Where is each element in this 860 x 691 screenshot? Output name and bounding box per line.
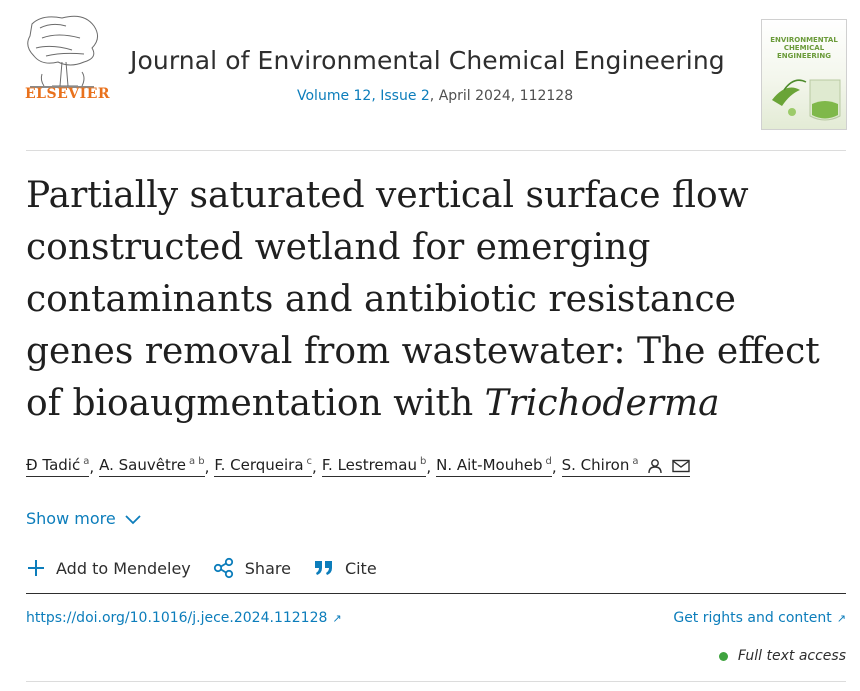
actions-divider	[26, 593, 846, 594]
author-separator: ,	[551, 457, 557, 476]
author-separator: ,	[204, 457, 210, 476]
cite-button[interactable]: Cite	[313, 559, 377, 578]
author-link[interactable]: F. Cerqueira c	[214, 456, 313, 477]
author-affiliation: a	[632, 456, 639, 467]
volume-issue-link[interactable]: Volume 12, Issue 2	[297, 88, 430, 104]
elsevier-wordmark: ELSEVIER	[25, 86, 111, 102]
author-link[interactable]: Đ Tadić a	[26, 456, 90, 477]
plus-icon	[28, 560, 44, 576]
chevron-down-icon	[125, 514, 141, 524]
bottom-divider	[26, 681, 846, 682]
author-separator: ,	[312, 457, 317, 476]
add-to-mendeley-button[interactable]: Add to Mendeley	[26, 558, 191, 578]
quote-icon	[314, 561, 332, 575]
author-name: Đ Tadić	[26, 456, 81, 474]
cover-art	[772, 79, 841, 121]
author-list: Đ Tadić a, A. Sauvêtre a b, F. Cerqueira c,…	[26, 456, 691, 477]
author-separator: ,	[426, 457, 432, 476]
access-label: Full text access	[737, 648, 846, 664]
article-title-italic: Trichoderma	[484, 383, 720, 424]
share-button[interactable]: Share	[213, 557, 291, 579]
issue-line: Volume 12, Issue 2, April 2024, 112128	[297, 88, 573, 104]
rights-text: Get rights and content	[673, 610, 832, 626]
cite-label: Cite	[344, 558, 377, 578]
author-link[interactable]: A. Sauvêtre a b	[99, 456, 205, 477]
journal-title[interactable]: Journal of Environmental Chemical Engine…	[130, 46, 730, 75]
date-article-number: , April 2024, 112128	[429, 88, 574, 104]
access-status: Full text access	[718, 648, 846, 664]
person-icon	[648, 458, 662, 473]
author-name: N. Ait-Mouheb	[436, 456, 543, 474]
article-title: Partially saturated vertical surface flo…	[26, 170, 836, 430]
author-link[interactable]: F. Lestremau b	[321, 456, 427, 477]
author-name: S. Chiron	[561, 456, 630, 474]
external-arrow-icon: ↗	[332, 612, 342, 625]
author-separator: ,	[89, 457, 95, 476]
external-arrow-icon: ↗	[836, 612, 846, 625]
doi-link[interactable]: https://doi.org/10.1016/j.jece.2024.1121…	[26, 610, 342, 626]
header-divider	[26, 150, 846, 151]
journal-cover[interactable]: ENVIRONMENTAL CHEMICAL ENGINEERING	[761, 19, 847, 130]
share-label: Share	[244, 558, 291, 578]
add-to-mendeley-label: Add to Mendeley	[56, 558, 191, 578]
corresponding-author-link[interactable]: S. Chiron a	[561, 456, 691, 477]
author-link[interactable]: N. Ait-Mouheb d	[436, 456, 552, 477]
author-name: A. Sauvêtre	[99, 456, 186, 474]
author-name: F. Cerqueira	[214, 456, 304, 474]
author-affiliation: a b	[188, 456, 205, 467]
access-dot-icon	[718, 651, 728, 661]
envelope-icon	[672, 459, 690, 472]
show-more-button[interactable]: Show more	[26, 509, 142, 528]
show-more-label: Show more	[26, 509, 116, 528]
author-name: F. Lestremau	[321, 456, 417, 474]
article-actions: Add to Mendeley Share Cite	[26, 557, 399, 579]
share-icon	[213, 557, 233, 579]
doi-text: https://doi.org/10.1016/j.jece.2024.1121…	[26, 610, 328, 626]
rights-link[interactable]: Get rights and content ↗	[673, 610, 846, 626]
